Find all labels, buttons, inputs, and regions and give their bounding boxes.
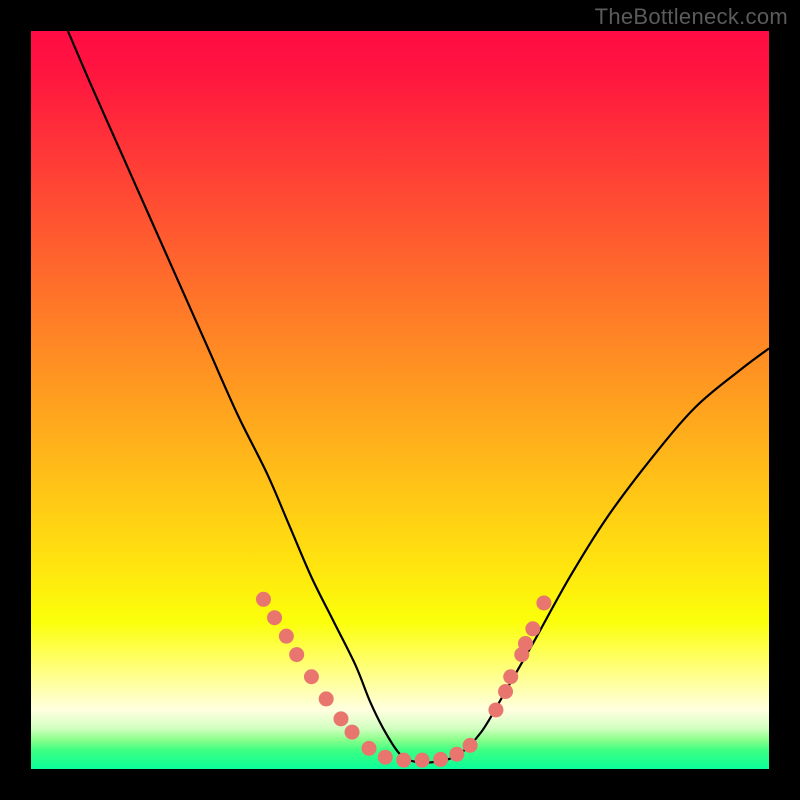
scatter-point [396,753,411,768]
scatter-point [449,747,464,762]
scatter-point [279,629,294,644]
scatter-point [498,684,513,699]
scatter-point [463,738,478,753]
scatter-point [415,753,430,768]
scatter-point [256,592,271,607]
scatter-point [503,669,518,684]
scatter-point [333,711,348,726]
scatter-point [289,647,304,662]
scatter-group [256,592,551,768]
scatter-point [525,621,540,636]
scatter-point [267,610,282,625]
plot-area [31,31,769,769]
scatter-point [362,741,377,756]
scatter-point [518,636,533,651]
watermark-text: TheBottleneck.com [595,4,788,30]
scatter-layer [31,31,769,769]
scatter-point [536,595,551,610]
scatter-point [304,669,319,684]
scatter-point [345,725,360,740]
scatter-point [378,750,393,765]
chart-stage: TheBottleneck.com [0,0,800,800]
scatter-point [488,702,503,717]
scatter-point [319,691,334,706]
scatter-point [433,752,448,767]
